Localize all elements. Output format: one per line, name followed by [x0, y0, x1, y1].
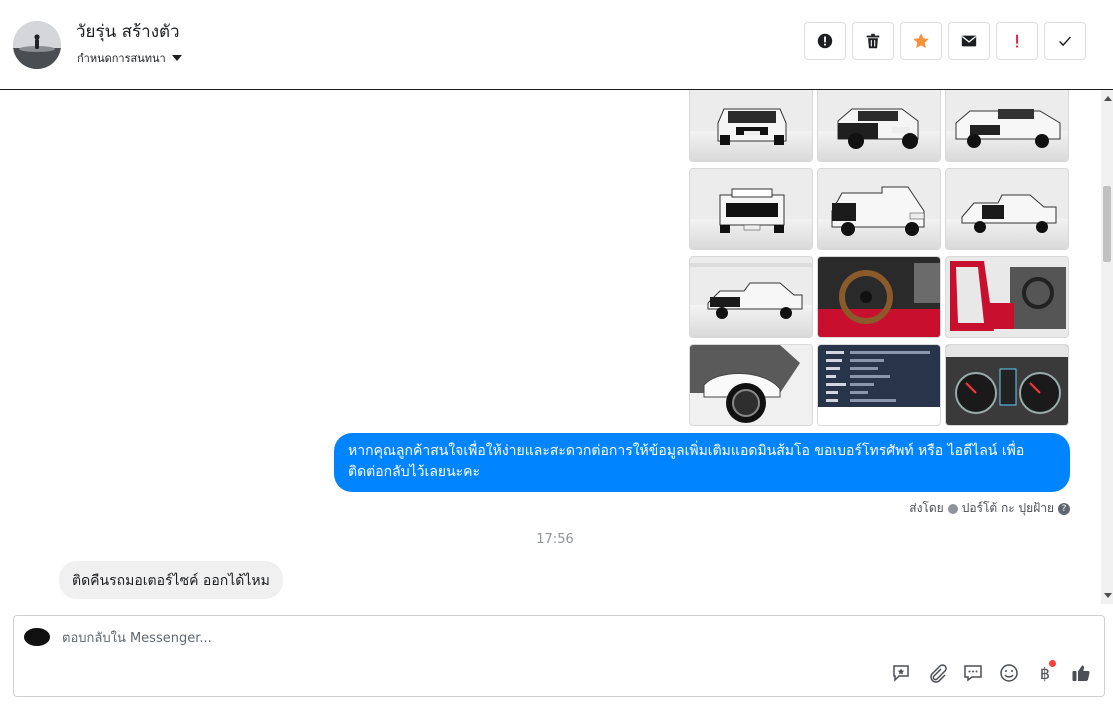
payment-button[interactable]: ฿: [1034, 660, 1056, 684]
mark-done-button[interactable]: [1044, 22, 1086, 60]
scroll-up-arrow-icon[interactable]: [1104, 96, 1112, 101]
mark-unread-button[interactable]: [948, 22, 990, 60]
contact-avatar[interactable]: [13, 21, 61, 69]
star-icon: [913, 33, 929, 49]
assign-conversation-dropdown[interactable]: กำหนดการสนทนา: [77, 49, 182, 67]
outgoing-message-bubble[interactable]: หากคุณลูกค้าสนใจเพื่อให้ง่ายและสะดวกต่อก…: [334, 433, 1070, 492]
follow-up-button[interactable]: [996, 22, 1038, 60]
saved-reply-icon: [893, 665, 909, 682]
photo-thumbnail[interactable]: [945, 168, 1069, 250]
envelope-icon: [961, 35, 977, 47]
star-button[interactable]: [900, 22, 942, 60]
incoming-message-bubble[interactable]: ติดคืนรถมอเตอร์ไซค์ ออกได้ไหม: [59, 561, 283, 599]
assign-conversation-label: กำหนดการสนทนา: [77, 52, 166, 65]
chat-button[interactable]: [962, 662, 984, 684]
attachment-icon: [930, 664, 947, 683]
sender-status-icon: [947, 503, 958, 514]
conversation-actions: [804, 22, 1086, 60]
photo-thumbnail[interactable]: [945, 90, 1069, 162]
photo-thumbnail[interactable]: [945, 256, 1069, 338]
attachment-button[interactable]: [926, 662, 948, 684]
caret-down-icon: [171, 55, 182, 61]
photo-thumbnail[interactable]: [689, 344, 813, 426]
page-avatar: [24, 628, 50, 646]
photo-thumbnail[interactable]: [689, 168, 813, 250]
composer-toolbar: ฿: [890, 660, 1092, 684]
conversation-header: วัยรุ่น สร้างตัว กำหนดการสนทนา: [0, 0, 1113, 90]
notification-dot: [1049, 660, 1056, 667]
photo-thumbnail[interactable]: [817, 90, 941, 162]
photo-thumbnail[interactable]: [817, 168, 941, 250]
sent-by-prefix: ส่งโดย: [909, 501, 944, 515]
sent-by-name[interactable]: ปอร์โต้ กะ ปุยฝ้าย: [962, 499, 1054, 518]
photo-thumbnail[interactable]: [817, 256, 941, 338]
like-button[interactable]: [1070, 662, 1092, 684]
scroll-down-arrow-icon[interactable]: [1104, 593, 1112, 598]
photo-thumbnail[interactable]: [689, 256, 813, 338]
photo-thumbnail[interactable]: [817, 344, 941, 426]
help-icon[interactable]: ?: [1058, 502, 1070, 515]
photo-thumbnail[interactable]: [689, 90, 813, 162]
exclamation-icon: [1016, 34, 1019, 48]
message-thread[interactable]: หากคุณลูกค้าสนใจเพื่อให้ง่ายและสะดวกต่อก…: [0, 90, 1101, 604]
messenger-inbox-view: วัยรุ่น สร้างตัว กำหนดการสนทนา หากคุณลูก…: [0, 0, 1113, 707]
delete-button[interactable]: [852, 22, 894, 60]
thumbs-up-icon: [1072, 665, 1090, 681]
emoji-button[interactable]: [998, 662, 1020, 684]
thread-scrollbar[interactable]: [1101, 90, 1113, 604]
reply-input[interactable]: [62, 628, 862, 648]
baht-icon: ฿: [1039, 663, 1051, 683]
check-icon: [1059, 36, 1071, 47]
sent-by-info: ส่งโดย ปอร์โต้ กะ ปุยฝ้าย ?: [909, 499, 1070, 518]
spam-button[interactable]: [804, 22, 846, 60]
contact-name[interactable]: วัยรุ่น สร้างตัว: [76, 18, 180, 45]
message-timestamp: 17:56: [536, 532, 574, 547]
trash-icon: [866, 33, 880, 49]
reply-composer: ฿: [13, 615, 1105, 697]
emoji-icon: [1000, 664, 1018, 682]
saved-reply-button[interactable]: [890, 662, 912, 684]
photo-attachment-grid: [689, 90, 1069, 426]
scrollbar-thumb[interactable]: [1103, 186, 1111, 262]
alert-circle-icon: [817, 33, 833, 49]
photo-thumbnail[interactable]: [945, 344, 1069, 426]
chat-icon: [964, 665, 982, 682]
